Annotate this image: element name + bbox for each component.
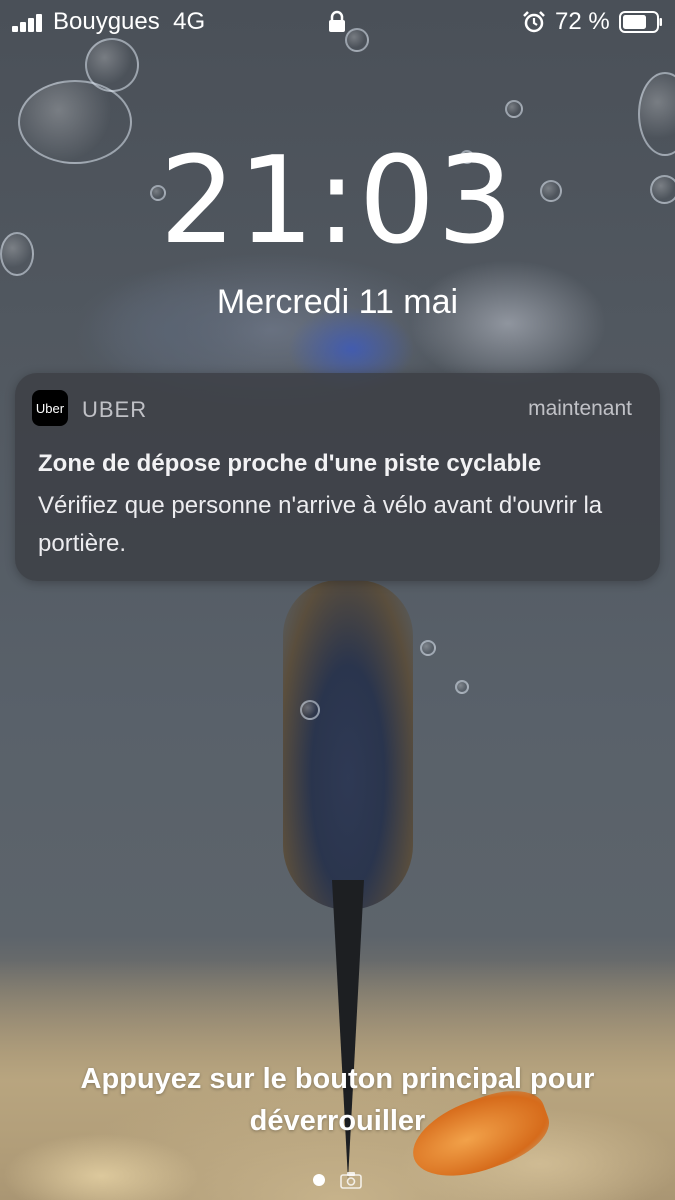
alarm-icon (523, 11, 545, 33)
carrier-label: Bouygues 4G (53, 8, 206, 35)
notification-app-name: UBER (82, 397, 148, 422)
notification-time: maintenant (528, 397, 632, 420)
uber-app-icon: Uber (32, 390, 68, 426)
bubble (505, 100, 523, 118)
page-indicator-dot[interactable] (313, 1174, 325, 1186)
unlock-hint: Appuyez sur le bouton principal pour dév… (80, 1063, 595, 1137)
bubble (455, 680, 469, 694)
bubble (420, 640, 436, 656)
lock-icon (329, 10, 345, 32)
camera-icon[interactable] (340, 1171, 362, 1189)
lock-screen-date: Mercredi 11 mai (216, 283, 459, 321)
network-type: 4G (173, 8, 206, 35)
signal-icon (12, 14, 48, 32)
wallpaper-kingfisher (283, 580, 413, 910)
notification-card[interactable]: Uber UBER maintenant Zone de dépose proc… (15, 373, 660, 581)
notification-body: Vérifiez que personne n'arrive à vélo av… (38, 492, 603, 557)
notification-title: Zone de dépose proche d'une piste cyclab… (38, 450, 542, 477)
battery-percent: 72 % (555, 8, 610, 35)
bubble (300, 700, 320, 720)
bubble (85, 38, 139, 92)
lock-screen-time: 21:03 (159, 132, 516, 271)
battery-icon (619, 11, 662, 33)
status-bar: Bouygues 4G 72 % (0, 0, 675, 44)
